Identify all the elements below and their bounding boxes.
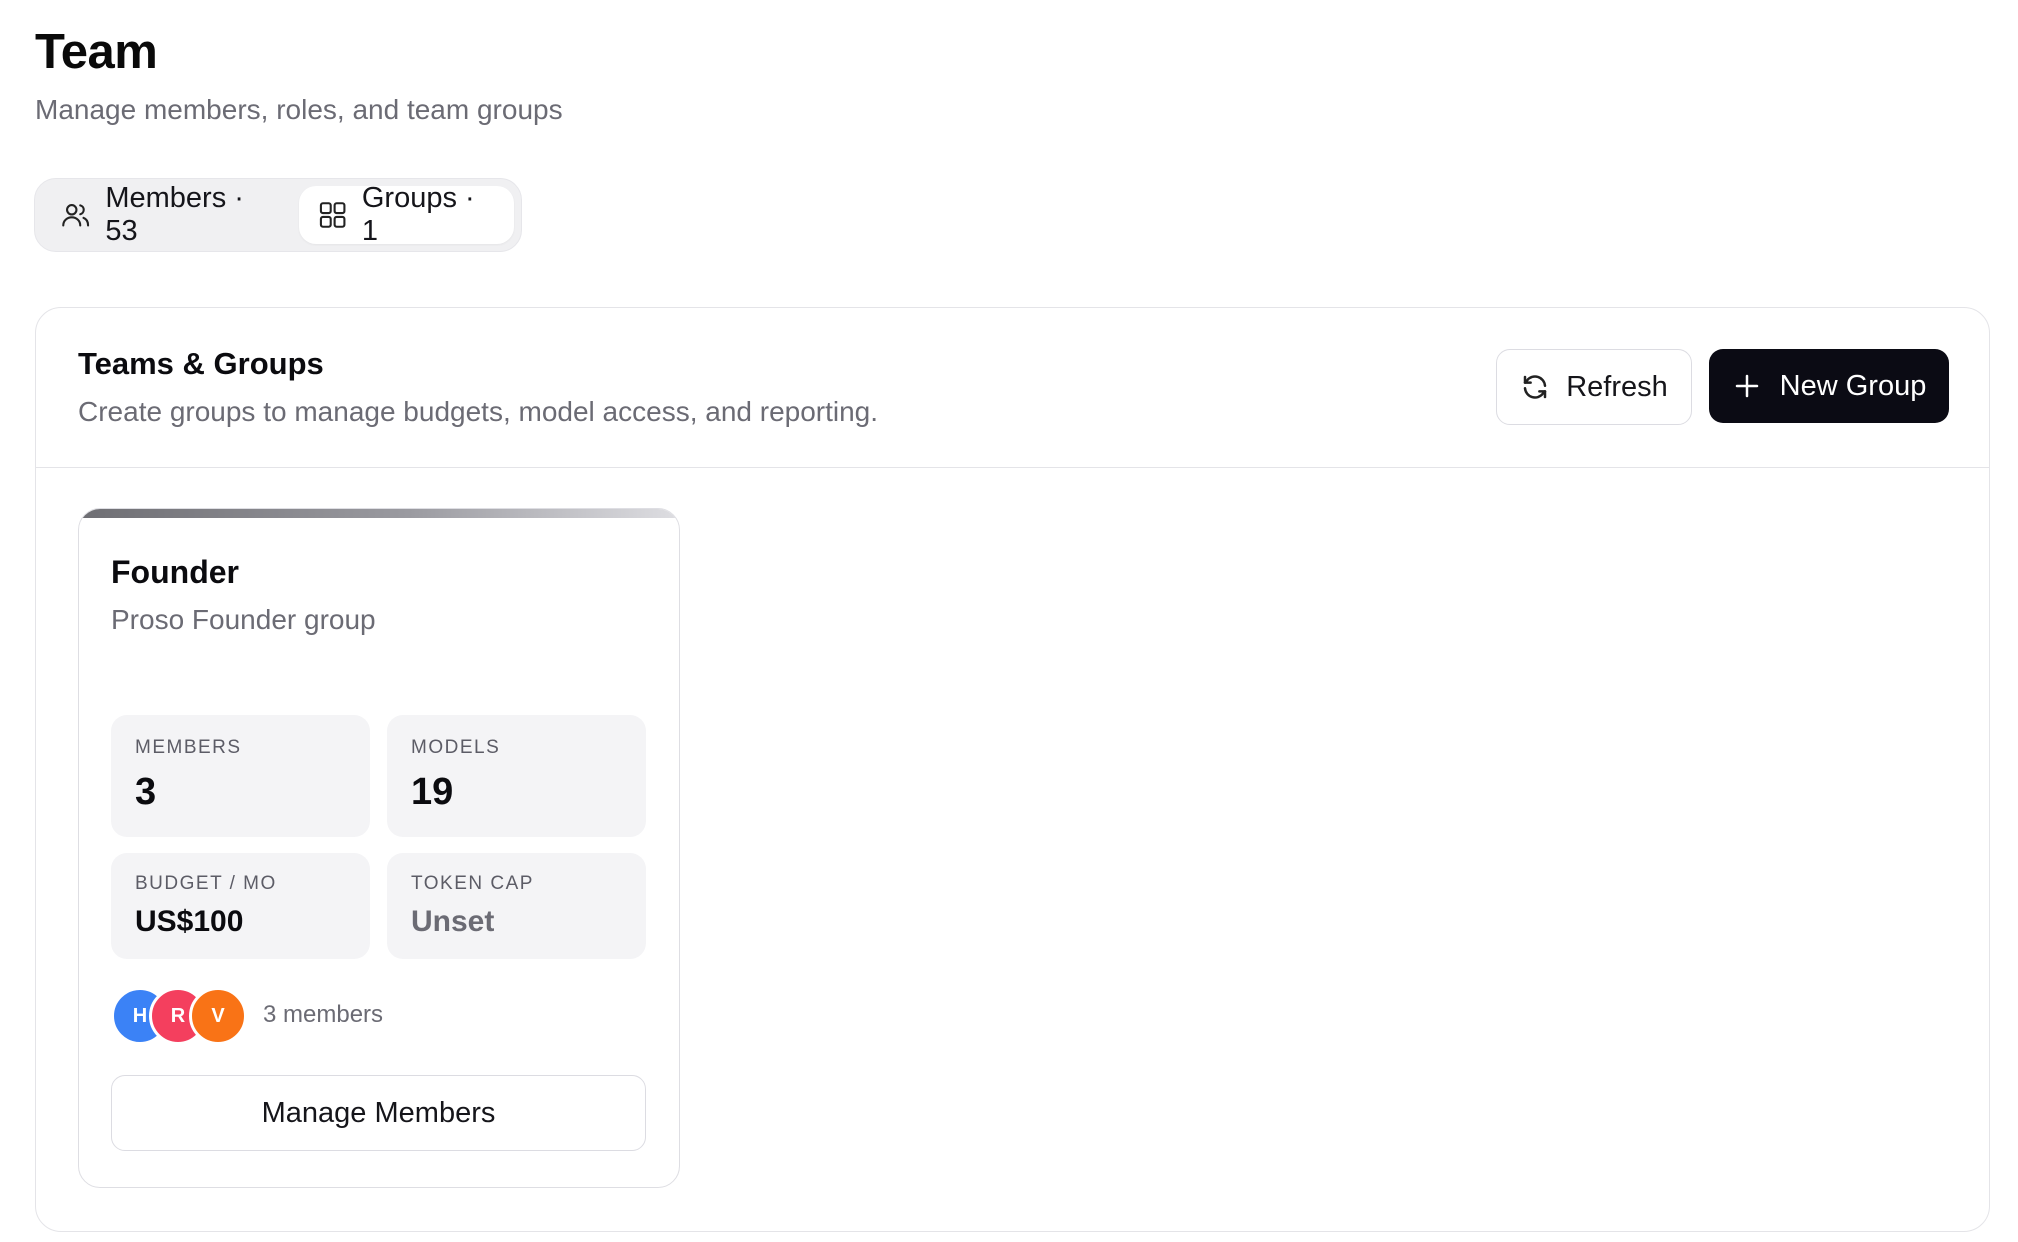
team-page: Team Manage members, roles, and team gro… bbox=[0, 0, 2018, 1242]
stat-budget-value: US$100 bbox=[135, 905, 244, 938]
group-accent-bar bbox=[79, 509, 679, 518]
refresh-button[interactable]: Refresh bbox=[1496, 349, 1692, 425]
grid-icon bbox=[319, 202, 346, 228]
refresh-icon bbox=[1523, 375, 1547, 399]
stat-members-value: 3 bbox=[135, 771, 157, 813]
group-card-founder[interactable]: Founder Proso Founder group MEMBERS 3 MO… bbox=[78, 508, 680, 1188]
tab-members-label: Members · 53 bbox=[105, 182, 244, 247]
page-title: Team bbox=[35, 25, 158, 79]
stat-models-value: 19 bbox=[411, 771, 454, 813]
users-icon bbox=[62, 204, 90, 227]
new-group-button[interactable]: New Group bbox=[1709, 349, 1949, 423]
stat-token-cap-value: Unset bbox=[411, 905, 495, 938]
stat-budget: BUDGET / MO US$100 bbox=[111, 853, 370, 959]
tab-groups[interactable]: Groups · 1 bbox=[298, 182, 514, 247]
group-description: Proso Founder group bbox=[111, 604, 376, 635]
stat-models: MODELS 19 bbox=[387, 715, 646, 837]
teams-groups-panel: Teams & Groups Create groups to manage b… bbox=[35, 307, 1990, 1232]
tab-groups-label: Groups · 1 bbox=[361, 182, 475, 247]
refresh-label: Refresh bbox=[1566, 370, 1668, 403]
panel-header: Teams & Groups Create groups to manage b… bbox=[36, 308, 1989, 468]
member-avatars: H R V bbox=[111, 987, 251, 1045]
members-count: 3 members bbox=[263, 1001, 384, 1028]
panel-description: Create groups to manage budgets, model a… bbox=[78, 396, 879, 427]
new-group-label: New Group bbox=[1779, 369, 1927, 402]
stat-models-label: MODELS bbox=[411, 737, 501, 758]
stat-members: MEMBERS 3 bbox=[111, 715, 370, 837]
panel-title: Teams & Groups bbox=[78, 346, 324, 381]
stat-token-cap-label: TOKEN CAP bbox=[411, 873, 534, 894]
plus-icon bbox=[1735, 374, 1758, 398]
manage-members-button[interactable]: Manage Members bbox=[111, 1075, 646, 1151]
stat-token-cap: TOKEN CAP Unset bbox=[387, 853, 646, 959]
stat-members-label: MEMBERS bbox=[135, 737, 242, 758]
tab-switcher: Members · 53 Groups · 1 bbox=[34, 178, 522, 252]
avatar: V bbox=[189, 987, 247, 1045]
group-name: Founder bbox=[111, 554, 239, 590]
tab-members[interactable]: Members · 53 bbox=[42, 182, 299, 247]
page-subtitle: Manage members, roles, and team groups bbox=[35, 94, 563, 125]
stat-budget-label: BUDGET / MO bbox=[135, 873, 277, 894]
